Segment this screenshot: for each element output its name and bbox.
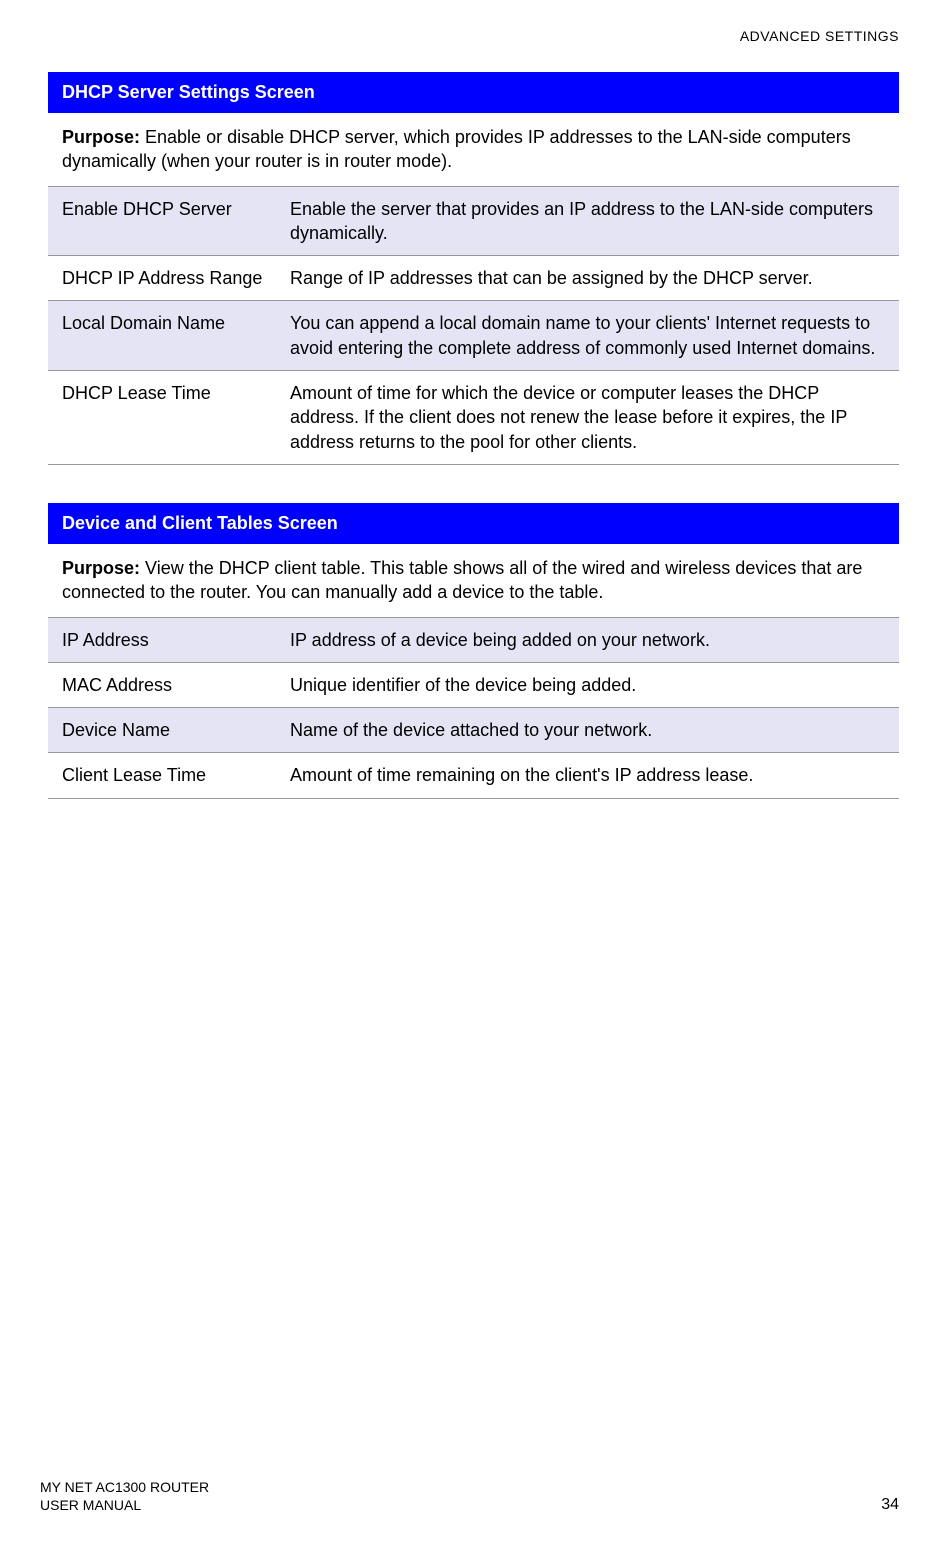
row-label: IP Address bbox=[62, 628, 290, 652]
section-title: Device and Client Tables Screen bbox=[48, 503, 899, 544]
purpose-label: Purpose: bbox=[62, 127, 145, 147]
table-row: IP Address IP address of a device being … bbox=[48, 618, 899, 663]
page-footer: MY NET AC1300 ROUTER USER MANUAL 34 bbox=[40, 1478, 899, 1514]
row-desc: Amount of time remaining on the client's… bbox=[290, 763, 885, 787]
row-desc: Amount of time for which the device or c… bbox=[290, 381, 885, 454]
table-row: DHCP IP Address Range Range of IP addres… bbox=[48, 256, 899, 301]
footer-manual: USER MANUAL bbox=[40, 1496, 209, 1514]
row-desc: Range of IP addresses that can be assign… bbox=[290, 266, 885, 290]
table-row: Client Lease Time Amount of time remaini… bbox=[48, 753, 899, 798]
purpose-text: View the DHCP client table. This table s… bbox=[62, 558, 862, 602]
purpose-text: Enable or disable DHCP server, which pro… bbox=[62, 127, 851, 171]
row-desc: Enable the server that provides an IP ad… bbox=[290, 197, 885, 246]
page-content: DHCP Server Settings Screen Purpose: Ena… bbox=[48, 72, 899, 799]
row-label: DHCP Lease Time bbox=[62, 381, 290, 454]
purpose-label: Purpose: bbox=[62, 558, 145, 578]
row-desc: Name of the device attached to your netw… bbox=[290, 718, 885, 742]
row-label: Enable DHCP Server bbox=[62, 197, 290, 246]
purpose-row: Purpose: View the DHCP client table. Thi… bbox=[48, 544, 899, 618]
row-label: Local Domain Name bbox=[62, 311, 290, 360]
row-label: Client Lease Time bbox=[62, 763, 290, 787]
page-number: 34 bbox=[881, 1496, 899, 1514]
row-desc: You can append a local domain name to yo… bbox=[290, 311, 885, 360]
row-desc: Unique identifier of the device being ad… bbox=[290, 673, 885, 697]
section-dhcp-server: DHCP Server Settings Screen Purpose: Ena… bbox=[48, 72, 899, 465]
footer-left: MY NET AC1300 ROUTER USER MANUAL bbox=[40, 1478, 209, 1514]
table-row: Device Name Name of the device attached … bbox=[48, 708, 899, 753]
table-row: Local Domain Name You can append a local… bbox=[48, 301, 899, 371]
page-header-right: ADVANCED SETTINGS bbox=[40, 28, 899, 44]
footer-product: MY NET AC1300 ROUTER bbox=[40, 1478, 209, 1496]
table-row: MAC Address Unique identifier of the dev… bbox=[48, 663, 899, 708]
row-label: Device Name bbox=[62, 718, 290, 742]
row-label: DHCP IP Address Range bbox=[62, 266, 290, 290]
section-title: DHCP Server Settings Screen bbox=[48, 72, 899, 113]
table-row: DHCP Lease Time Amount of time for which… bbox=[48, 371, 899, 465]
table-row: Enable DHCP Server Enable the server tha… bbox=[48, 187, 899, 257]
purpose-row: Purpose: Enable or disable DHCP server, … bbox=[48, 113, 899, 187]
section-device-client-tables: Device and Client Tables Screen Purpose:… bbox=[48, 503, 899, 799]
row-desc: IP address of a device being added on yo… bbox=[290, 628, 885, 652]
row-label: MAC Address bbox=[62, 673, 290, 697]
